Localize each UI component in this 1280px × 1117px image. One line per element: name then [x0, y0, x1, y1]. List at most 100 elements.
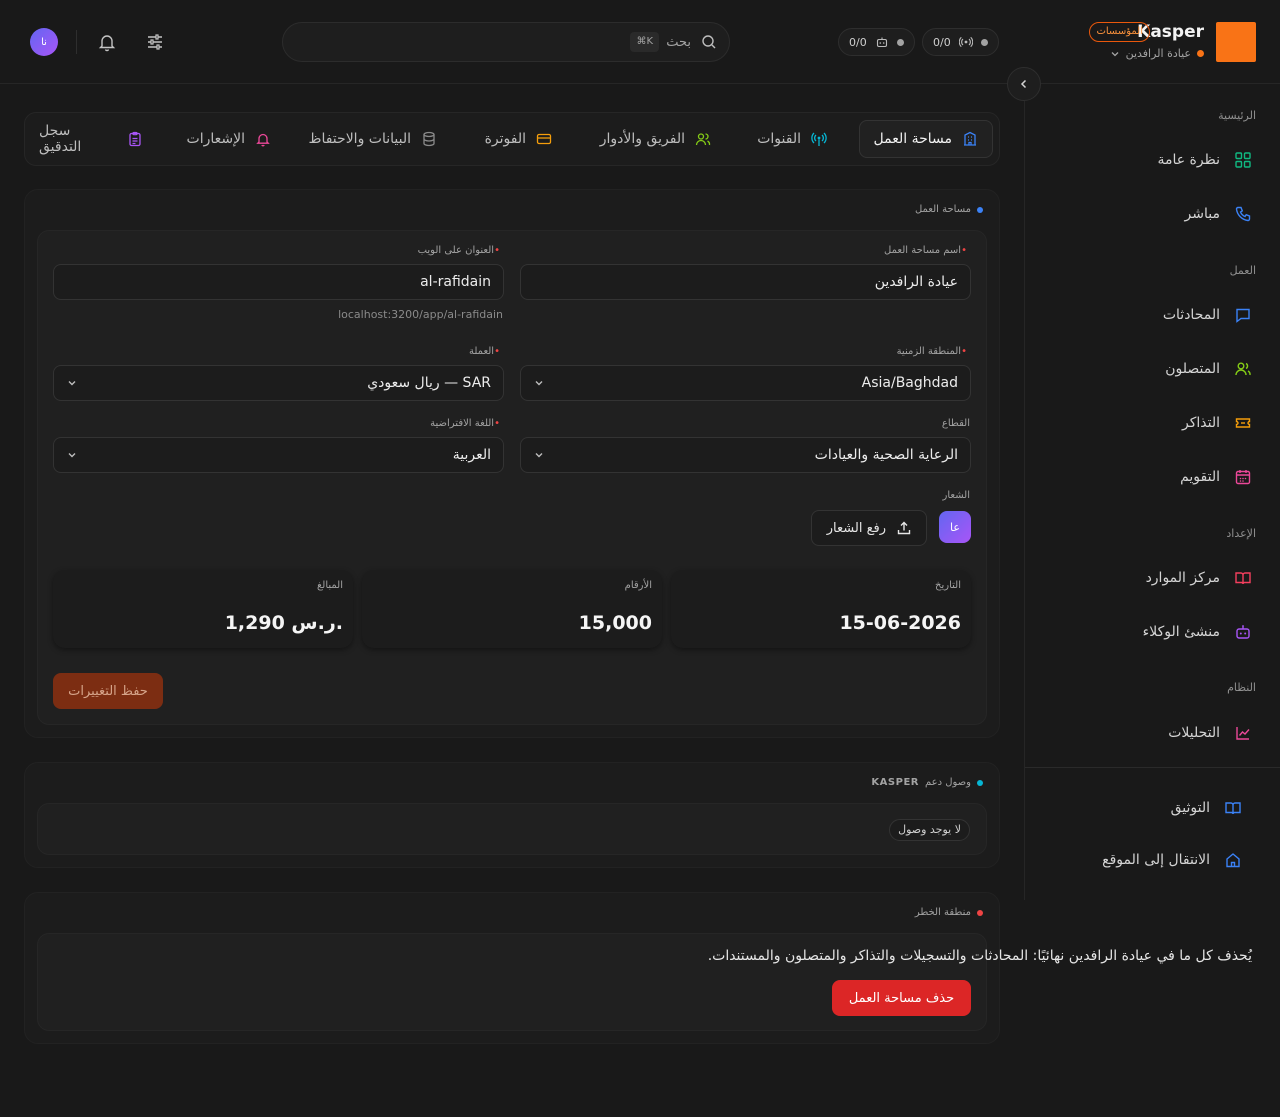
timezone-select[interactable]: Asia/Baghdad	[520, 365, 971, 401]
danger-zone-card: منطقة الخطر	[24, 892, 1000, 1044]
antenna-icon	[811, 132, 827, 146]
chevron-left-icon	[1020, 79, 1027, 89]
user-avatar[interactable]: نا	[30, 28, 58, 56]
plan-badge: المؤسسات	[1089, 22, 1150, 42]
bell-icon	[98, 35, 116, 52]
credit-card-icon	[536, 133, 552, 145]
tab-data[interactable]: البيانات والاحتفاظ	[295, 120, 451, 158]
search-placeholder: بحث	[666, 35, 691, 50]
sidebar-item-resources[interactable]: مركز الموارد	[1146, 565, 1252, 591]
sidebar-item-contacts[interactable]: المتصلون	[1165, 356, 1252, 382]
sidebar-item-analytics[interactable]: التحليلات	[1168, 720, 1252, 746]
tab-channels[interactable]: القنوات	[743, 120, 841, 158]
amount-format-label: المبالغ	[316, 580, 343, 591]
danger-zone-description: يُحذف كل ما في عيادة الرافدين نهائيًا: ا…	[707, 948, 1252, 964]
tab-audit[interactable]: سجل التدقيق	[25, 120, 157, 158]
label-dot	[977, 909, 983, 916]
message-icon	[1236, 308, 1250, 323]
workspace-form	[37, 230, 987, 725]
amount-format-value: 1,290 ر.س.	[224, 612, 343, 634]
brand-logo[interactable]	[1216, 22, 1256, 62]
upload-logo-label: رفع الشعار	[826, 520, 886, 536]
sidebar-item-overview[interactable]: نظرة عامة	[1157, 147, 1252, 173]
sidebar-item-label: نظرة عامة	[1157, 152, 1220, 168]
currency-select[interactable]: SAR — ريال سعودي	[53, 365, 504, 401]
workspace-name-input[interactable]: عيادة الرافدين	[520, 264, 971, 300]
save-changes-button[interactable]: حفظ التغييرات	[53, 673, 163, 709]
calendar-icon	[1235, 470, 1251, 485]
tab-notifications[interactable]: الإشعارات	[173, 120, 285, 158]
delete-workspace-button[interactable]: حذف مساحة العمل	[832, 980, 971, 1016]
tab-label: سجل التدقيق	[39, 123, 82, 155]
language-select[interactable]: العربية	[53, 437, 504, 473]
sector-select[interactable]: الرعاية الصحية والعيادات	[520, 437, 971, 473]
sidebar-item-agents[interactable]: منشئ الوكلاء	[1143, 619, 1252, 645]
workspace-switcher[interactable]: عيادة الرافدين	[1110, 47, 1204, 60]
agents-status-dot	[896, 38, 904, 46]
upload-logo-button[interactable]: رفع الشعار	[811, 510, 927, 546]
phone-icon	[1235, 206, 1251, 222]
sidebar-item-label: المحادثات	[1162, 307, 1220, 323]
chevron-down-icon	[535, 453, 543, 458]
date-format-preview: التاريخ 15-06-2026	[671, 570, 971, 648]
support-access-card: وصول دعم KASPER لا يوجد وصول	[24, 762, 1000, 868]
tab-team[interactable]: الفريق والأدوار	[586, 120, 725, 158]
sidebar-item-tickets[interactable]: التذاكر	[1182, 410, 1252, 436]
sidebar-item-label: مباشر	[1184, 206, 1220, 222]
web-address-label: •العنوان على الويب	[417, 245, 500, 256]
sidebar-section-work: العمل	[1229, 264, 1256, 277]
workspace-status-dot	[1197, 50, 1204, 57]
channels-counter[interactable]: 0/0	[922, 28, 999, 56]
sidebar-item-calendar[interactable]: التقويم	[1180, 464, 1252, 490]
sliders-icon	[148, 34, 162, 50]
chevron-down-icon	[68, 453, 76, 458]
bot-icon	[876, 37, 887, 48]
web-address-input[interactable]: al-rafidain	[53, 264, 504, 300]
channels-counter-value: 0/0	[933, 35, 951, 49]
users-icon	[695, 133, 711, 146]
sidebar-item-docs[interactable]: التوثيق	[1171, 795, 1242, 821]
card-label-brand: KASPER	[871, 777, 919, 788]
sidebar-section-system: النظام	[1227, 681, 1256, 694]
tab-label: الإشعارات	[186, 131, 245, 147]
sidebar-item-label: الانتقال إلى الموقع	[1102, 852, 1210, 868]
number-format-value: 15,000	[578, 612, 652, 634]
home-icon	[1226, 853, 1240, 868]
filters-button[interactable]	[139, 26, 171, 58]
card-label-text: وصول دعم	[924, 777, 971, 788]
label-dot	[977, 779, 983, 786]
bot-icon	[1236, 625, 1250, 639]
sidebar-item-conversations[interactable]: المحادثات	[1163, 302, 1252, 328]
agents-counter-value: 0/0	[849, 35, 867, 49]
bell-icon	[256, 133, 270, 147]
sidebar-section-setup: الإعداد	[1226, 527, 1256, 540]
label-dot	[977, 206, 983, 213]
sidebar-item-live[interactable]: مباشر	[1185, 201, 1252, 227]
language-label: •اللغة الافتراضية	[430, 418, 500, 429]
tab-billing[interactable]: الفوترة	[471, 120, 566, 158]
support-access-body: لا يوجد وصول	[37, 803, 987, 855]
sidebar-item-go-site[interactable]: الانتقال إلى الموقع	[1102, 847, 1242, 873]
sidebar-collapse-button[interactable]	[1007, 67, 1041, 101]
sidebar-item-label: المتصلون	[1165, 361, 1220, 377]
logo-label: الشعار	[942, 490, 970, 501]
settings-tabs: مساحة العمل القنوات الفريق والأدوار الفو…	[24, 112, 1000, 166]
workspace-name: عيادة الرافدين	[1125, 47, 1191, 60]
card-label-text: منطقة الخطر	[914, 907, 971, 918]
clipboard-icon	[129, 131, 141, 147]
sidebar-section-home: الرئيسية	[1218, 109, 1256, 122]
chevron-down-icon	[1111, 51, 1119, 56]
currency-label: •العملة	[468, 346, 500, 357]
card-label: وصول دعم KASPER	[871, 777, 983, 788]
amount-format-preview: المبالغ 1,290 ر.س.	[53, 570, 353, 648]
notifications-button[interactable]	[91, 26, 123, 58]
sidebar-item-label: التقويم	[1180, 469, 1220, 485]
tab-label: الفريق والأدوار	[599, 131, 685, 147]
search-box[interactable]: بحث ⌘K	[282, 22, 730, 62]
chart-line-icon	[1236, 727, 1250, 740]
card-label-text: مساحة العمل	[914, 204, 971, 215]
tab-workspace[interactable]: مساحة العمل	[858, 120, 993, 158]
agents-counter[interactable]: 0/0	[838, 28, 915, 56]
search-shortcut: ⌘K	[630, 32, 659, 52]
tab-label: مساحة العمل	[873, 131, 952, 147]
